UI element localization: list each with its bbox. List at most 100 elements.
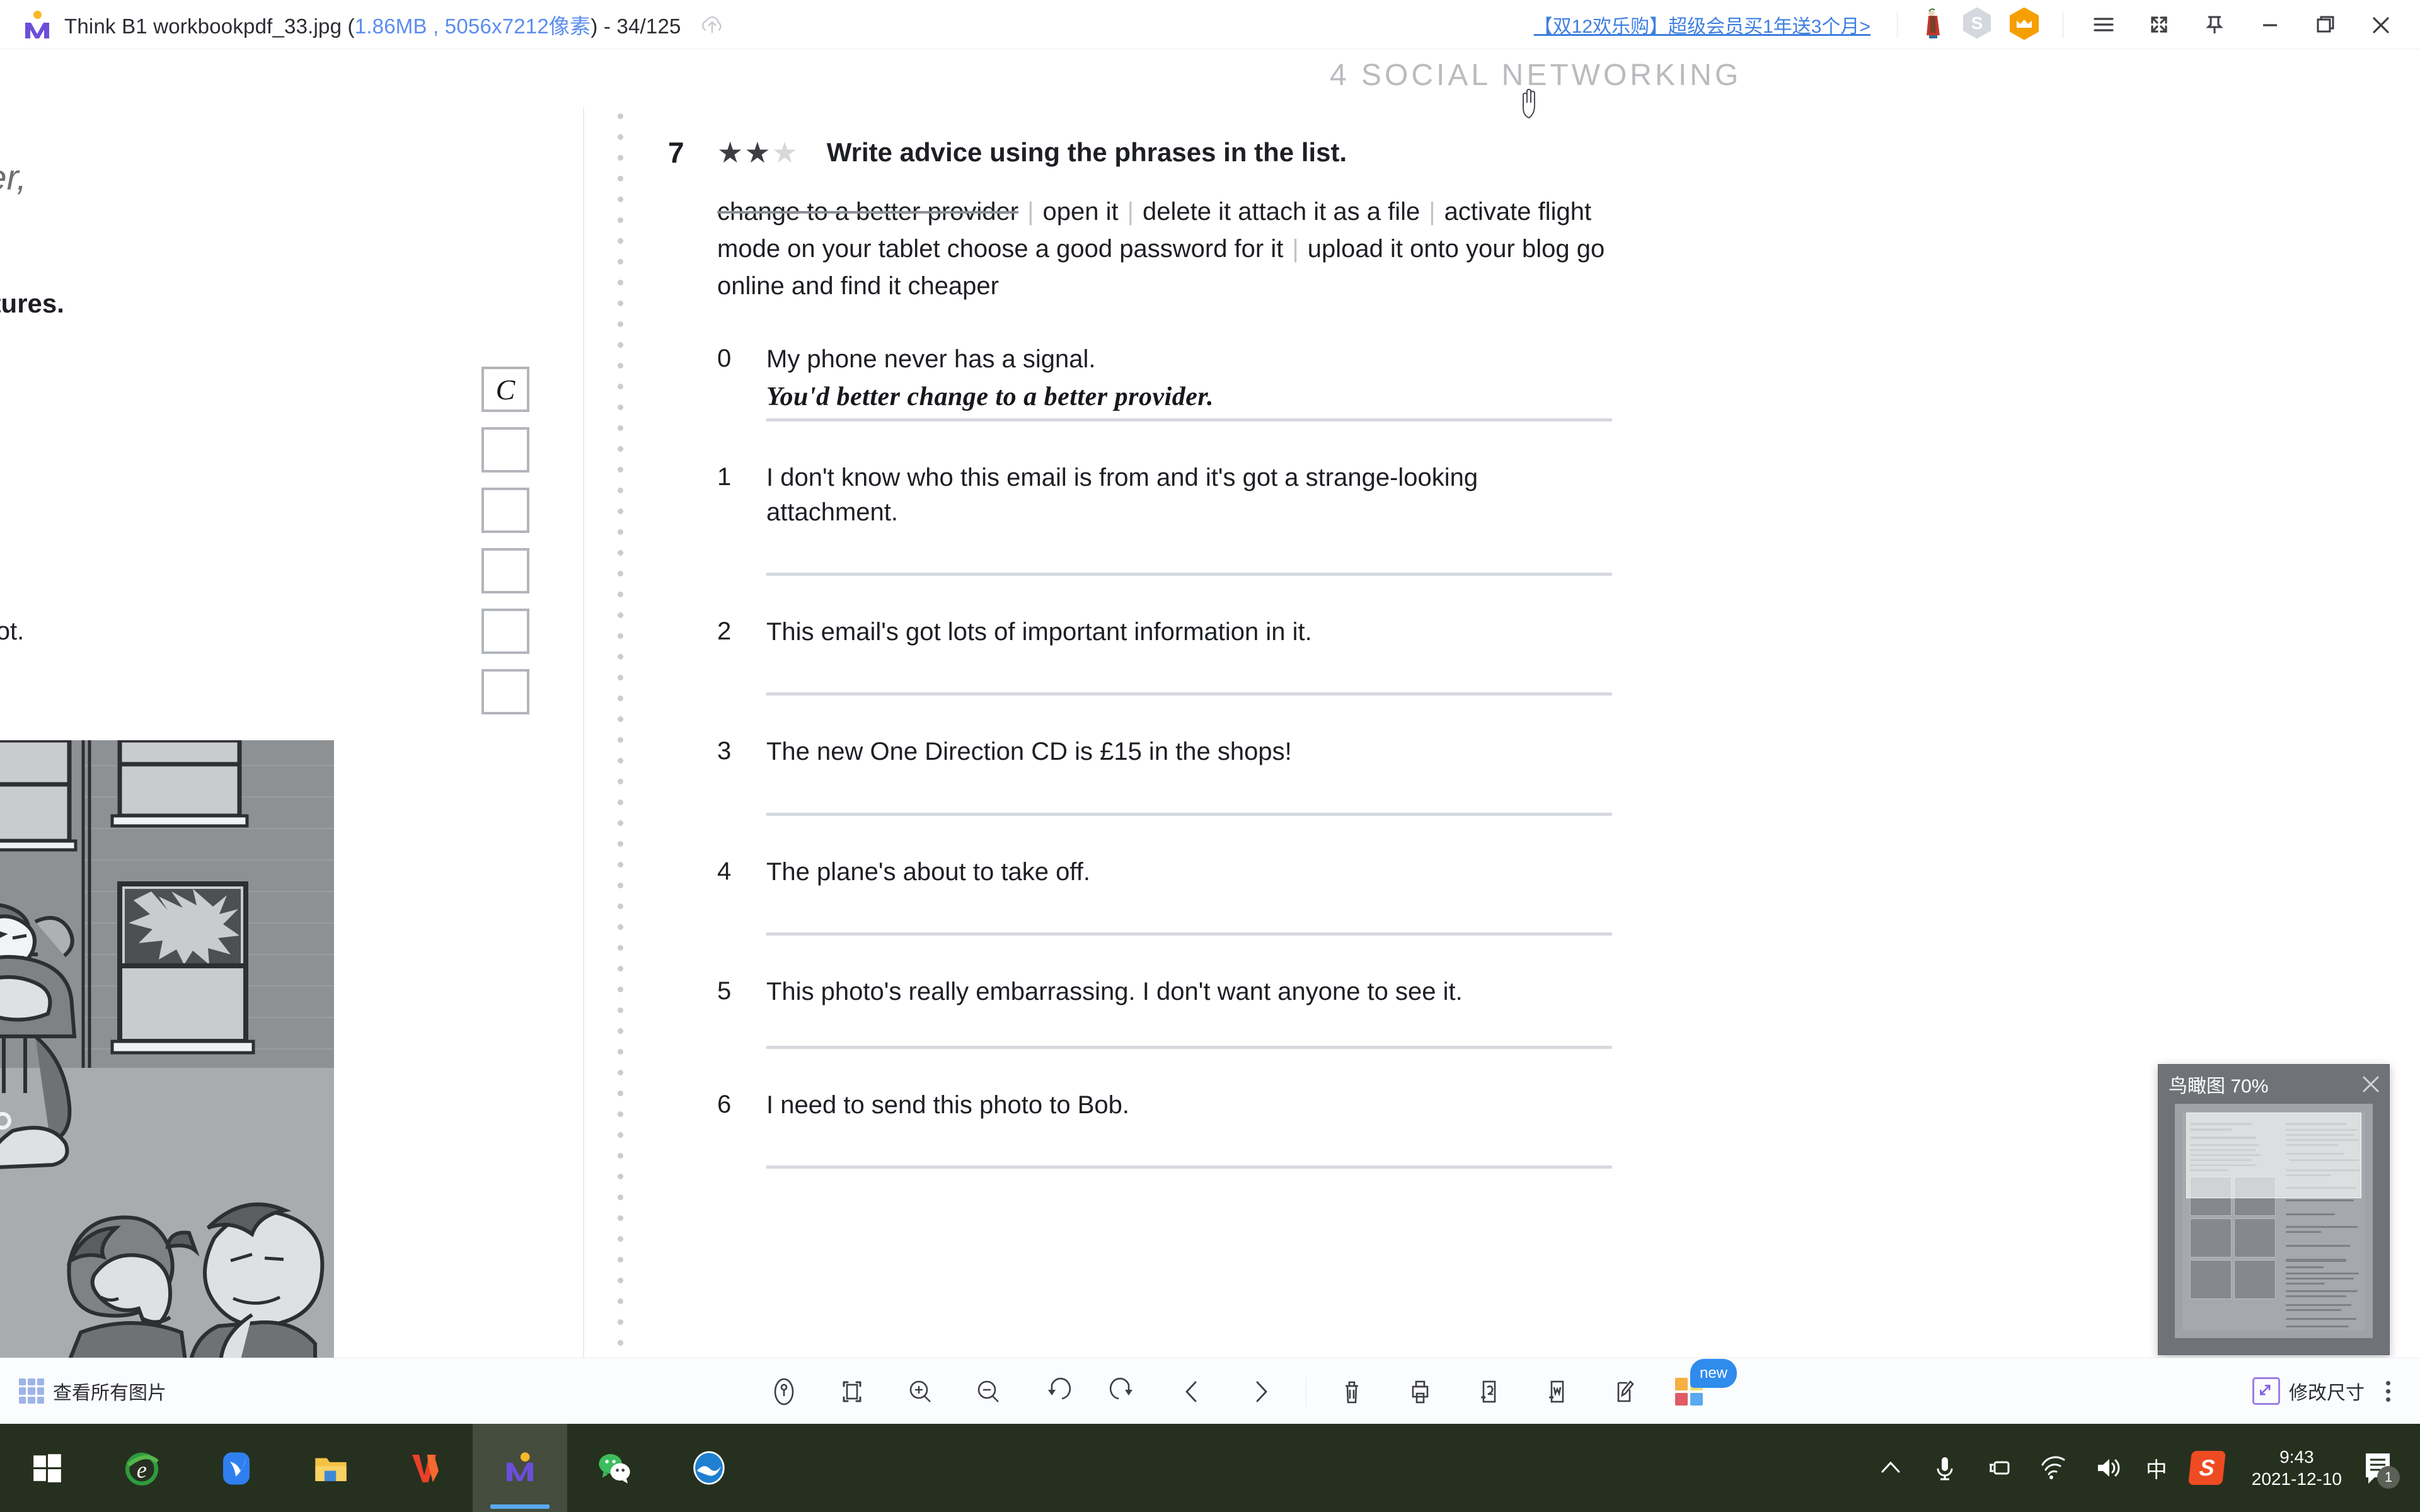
more-vertical-icon[interactable]	[2378, 1377, 2397, 1405]
birdview-body[interactable]	[2175, 1104, 2373, 1338]
view-all-images-button[interactable]: 查看所有图片	[19, 1377, 166, 1405]
handwritten-answer: You'd better change to a better provider…	[766, 382, 1214, 411]
previous-image-icon[interactable]	[1175, 1375, 1209, 1409]
yun-app-icon[interactable]	[662, 1424, 756, 1512]
maximize-icon[interactable]	[2308, 7, 2343, 42]
hamburger-menu-icon[interactable]	[2086, 7, 2121, 42]
grid-icon	[19, 1378, 44, 1404]
answer-letter: C	[495, 373, 516, 406]
phrase-item: delete it	[1142, 198, 1231, 226]
minimize-icon[interactable]	[2252, 7, 2288, 42]
answer-box[interactable]	[481, 609, 529, 654]
edit-icon[interactable]	[1607, 1375, 1641, 1409]
print-icon[interactable]	[1403, 1375, 1437, 1409]
pin-icon[interactable]	[2197, 7, 2232, 42]
image-viewport[interactable]: 4 SOCIAL NETWORKING ving advice: should(…	[0, 49, 2420, 1358]
divider	[1897, 11, 1898, 38]
table-row: 1 We ought to leave now. It's going to r…	[0, 420, 611, 480]
fit-screen-icon[interactable]	[835, 1375, 869, 1409]
actual-size-icon[interactable]	[767, 1375, 801, 1409]
new-feature-button[interactable]: new	[1675, 1358, 1737, 1411]
browser-bird-icon[interactable]	[189, 1424, 284, 1512]
wechat-icon[interactable]	[567, 1424, 662, 1512]
answer-rule[interactable]	[766, 1166, 1612, 1169]
birdview-panel[interactable]: 鸟瞰图 70%	[2158, 1064, 2390, 1355]
close-icon[interactable]	[2356, 1070, 2385, 1099]
volume-icon[interactable]	[2090, 1451, 2124, 1485]
list-item: 3 The new One Direction CD is £15 in the…	[717, 735, 1612, 816]
next-image-icon[interactable]	[1243, 1375, 1277, 1409]
ime-indicator[interactable]: 中	[2146, 1453, 2167, 1484]
taskbar: e 中 S 9:43 2021-12-10 1	[0, 1424, 2420, 1512]
rotate-left-icon[interactable]	[1039, 1375, 1073, 1409]
answer-box[interactable]	[481, 669, 529, 714]
match-sentences-list: 0 You should buy it. It looks good on yo…	[0, 359, 611, 722]
list-item: 6 I need to send this photo to Bob.	[717, 1088, 1612, 1169]
difficulty-stars: ★★★	[717, 136, 799, 169]
right-exercise-instruction: Write advice using the phrases in the li…	[826, 137, 1347, 167]
file-dimensions: 5056x7212像素	[444, 14, 591, 38]
right-exercise-header: 7 ★★★ Write advice using the phrases in …	[668, 135, 1739, 169]
write-advice-list: 0 My phone never has a signal. You'd bet…	[717, 342, 1612, 1169]
mascot-icon[interactable]	[1916, 8, 1950, 42]
sogou-input-icon[interactable]: S	[2187, 1451, 2226, 1485]
file-size: 1.86MB	[354, 14, 427, 38]
answer-rule[interactable]	[766, 418, 1612, 421]
wifi-icon[interactable]	[2036, 1451, 2070, 1485]
upload-cloud-icon[interactable]	[698, 10, 727, 39]
meta-open: (	[342, 14, 355, 38]
answer-box[interactable]	[481, 427, 529, 472]
clock[interactable]: 9:43 2021-12-10	[2252, 1446, 2342, 1490]
s-badge-icon[interactable]: S	[1963, 7, 1997, 42]
microphone-icon[interactable]	[1928, 1451, 1962, 1485]
workbook-page[interactable]: 4 SOCIAL NETWORKING ving advice: should(…	[0, 49, 1979, 1358]
chevron-up-icon[interactable]	[1874, 1451, 1908, 1485]
zoom-out-icon[interactable]	[971, 1375, 1005, 1409]
answer-rule[interactable]	[766, 932, 1612, 936]
answer-rule[interactable]	[766, 573, 1612, 576]
viewport-indicator[interactable]	[2186, 1113, 2361, 1198]
phrase-item: upload it onto your blog	[1307, 235, 1570, 263]
phrase-item: change to a better provider	[717, 198, 1019, 226]
bottom-toolbar: 查看所有图片 new 修改尺寸	[0, 1358, 2420, 1424]
item-number: 1	[717, 462, 732, 491]
illustration-row: A	[0, 740, 334, 1358]
promo-link[interactable]: 【双12欢乐购】超级会员买1年送3个月>	[1534, 11, 1870, 38]
answer-rule[interactable]	[766, 1045, 1612, 1049]
photo-viewer-icon[interactable]	[473, 1424, 567, 1512]
toolbar-tools: new	[750, 1358, 1737, 1424]
to-pdf-icon[interactable]	[1471, 1375, 1505, 1409]
list-item: 5 This photo's really embarrassing. I do…	[717, 975, 1612, 1049]
windows-start-icon[interactable]	[0, 1424, 95, 1512]
answer-rule[interactable]	[766, 692, 1612, 696]
rotate-right-icon[interactable]	[1107, 1375, 1141, 1409]
title-bar: Think B1 workbookpdf_33.jpg (1.86MB , 50…	[0, 0, 2420, 49]
to-word-icon[interactable]	[1539, 1375, 1573, 1409]
left-exercise-header: ★★★ Match the sentences with the picture…	[0, 289, 542, 319]
grammar-title: ving advice: should(n't), had better, gh…	[0, 158, 605, 240]
zoom-in-icon[interactable]	[903, 1375, 937, 1409]
answer-box[interactable]	[481, 488, 529, 533]
fullscreen-icon[interactable]	[2141, 7, 2177, 42]
wps-office-icon[interactable]	[378, 1424, 473, 1512]
answer-box[interactable]: C	[481, 367, 529, 412]
illustration-panel-b: B	[0, 740, 334, 1358]
list-item: 2 This email's got lots of important inf…	[717, 615, 1612, 696]
close-icon[interactable]	[2363, 7, 2399, 42]
internet-explorer-icon[interactable]: e	[95, 1424, 189, 1512]
resize-button[interactable]: 修改尺寸	[2252, 1377, 2397, 1405]
file-explorer-icon[interactable]	[284, 1424, 378, 1512]
answer-rule[interactable]	[766, 812, 1612, 816]
meta-close: ) -	[591, 14, 617, 38]
crown-badge-icon[interactable]	[2010, 7, 2044, 42]
spiral-binding	[618, 113, 629, 1358]
answer-box[interactable]	[481, 548, 529, 593]
resize-icon	[2252, 1377, 2280, 1405]
file-name: Think B1 workbookpdf_33.jpg	[64, 14, 342, 38]
left-exercise-instruction: Match the sentences with the pictures.	[0, 289, 64, 318]
item-number: 6	[717, 1090, 732, 1118]
notification-icon[interactable]: 1	[2358, 1448, 2400, 1489]
table-row: 0 You should buy it. It looks good on yo…	[0, 359, 611, 420]
power-plug-icon[interactable]	[1982, 1451, 2016, 1485]
delete-icon[interactable]	[1335, 1375, 1369, 1409]
